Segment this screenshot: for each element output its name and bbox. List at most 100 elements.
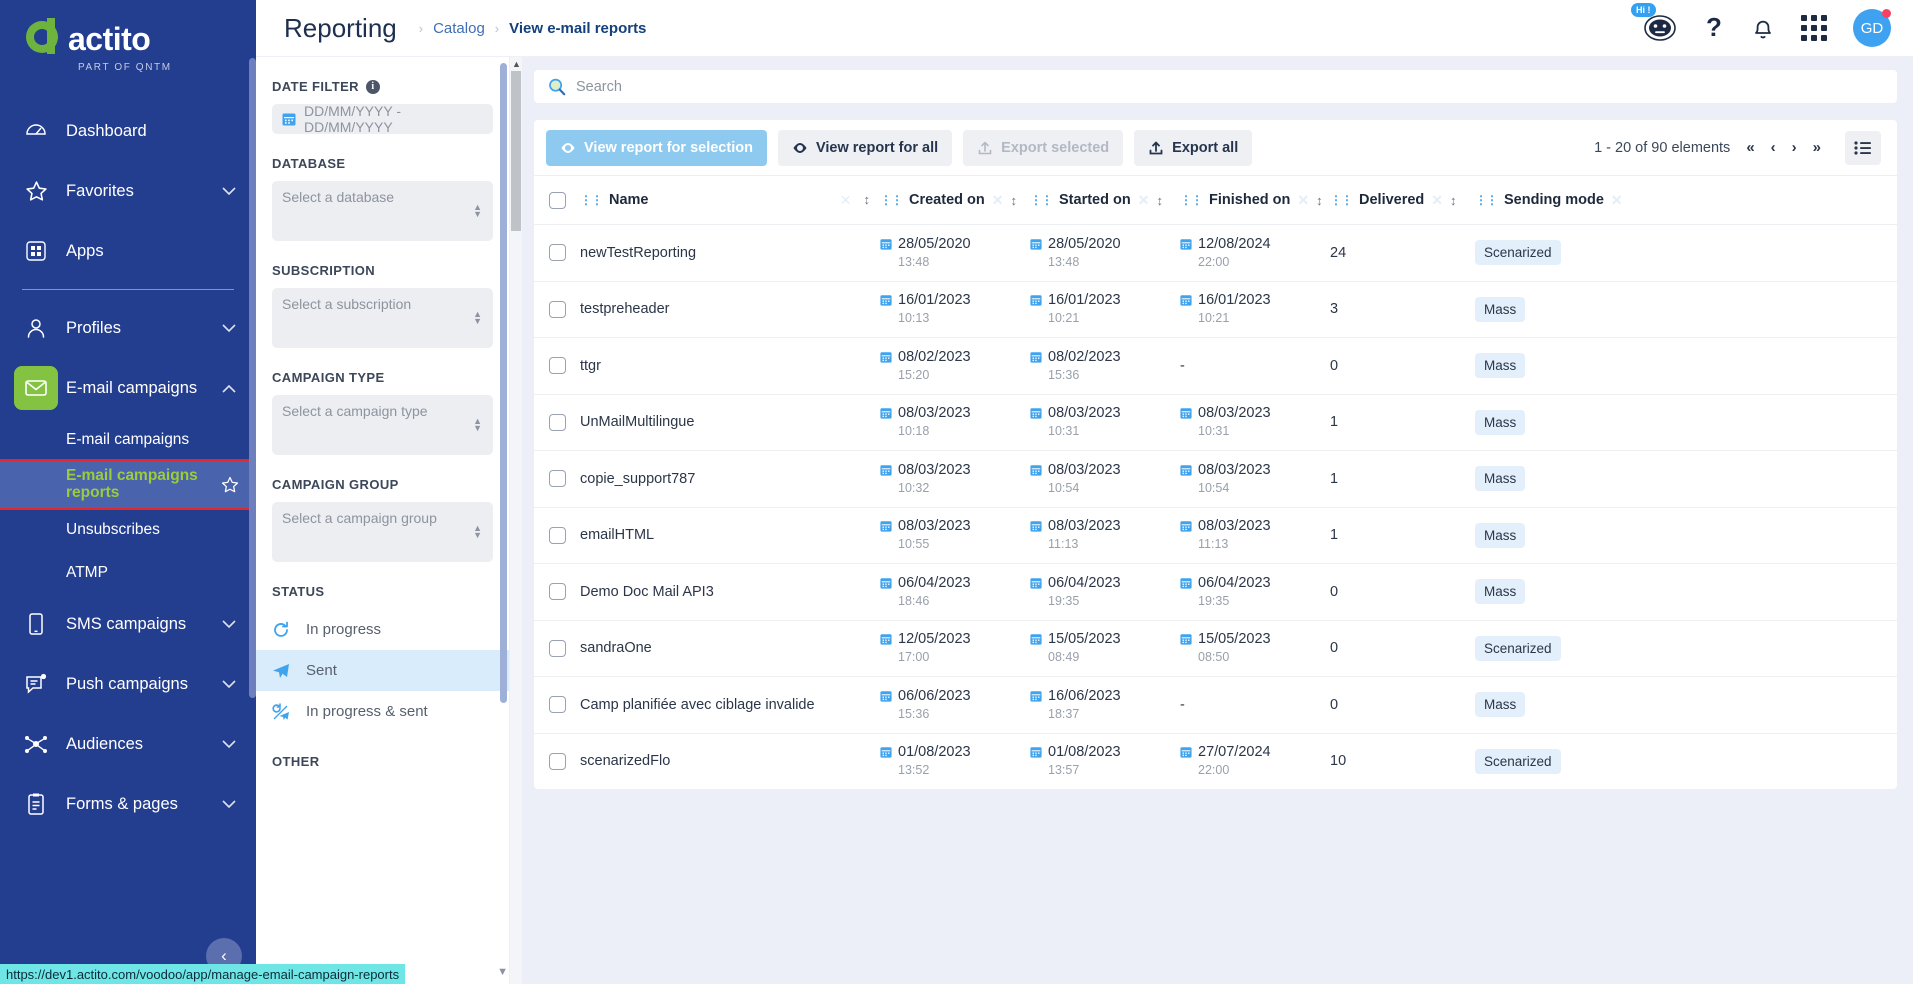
drag-handle-icon[interactable]: ⋮⋮ — [1180, 194, 1203, 206]
clear-sort-icon[interactable]: ✕ — [1431, 192, 1443, 209]
list-view-button[interactable] — [1845, 130, 1881, 165]
campaign-type-select[interactable]: Select a campaign type ▲ ▼ — [272, 395, 493, 455]
export-all-button[interactable]: Export all — [1134, 129, 1253, 166]
filter-status-label: STATUS — [272, 584, 325, 599]
table-row[interactable]: scenarizedFlo 01/08/2023 13:52 01/08/2023 13… — [534, 732, 1897, 790]
table-row[interactable]: copie_support787 08/03/2023 10:32 08/03/202… — [534, 450, 1897, 507]
drag-handle-icon[interactable]: ⋮⋮ — [1030, 194, 1053, 206]
filter-scroll-down-icon[interactable]: ▼ — [497, 966, 508, 978]
cell-sending-mode: Mass — [1475, 579, 1655, 605]
sort-icon[interactable]: ↕ — [864, 192, 871, 209]
row-checkbox[interactable] — [548, 583, 566, 601]
sidebar-item-email-campaigns[interactable]: E-mail campaigns — [0, 358, 256, 418]
table-row[interactable]: Camp planifiée avec ciblage invalide 06/0… — [534, 676, 1897, 733]
table-row[interactable]: sandraOne 12/05/2023 17:00 15/05/2023 08:49 1… — [534, 619, 1897, 677]
notifications-bell-icon[interactable] — [1751, 15, 1775, 41]
sidebar-item-push-campaigns[interactable]: Push campaigns — [0, 654, 256, 714]
campaign-group-select[interactable]: Select a campaign group ▲ ▼ — [272, 502, 493, 562]
cell-date: 08/03/2023 — [880, 404, 971, 422]
clear-sort-icon[interactable]: ✕ — [840, 192, 852, 209]
info-icon[interactable]: i — [365, 79, 380, 94]
column-header-delivered[interactable]: ⋮⋮ Delivered ✕ ↕ — [1330, 192, 1475, 209]
favorite-star-icon[interactable] — [220, 475, 240, 495]
main-content: ▲ Search View report for selection View … — [510, 57, 1913, 984]
sidebar-item-sms-campaigns[interactable]: SMS campaigns — [0, 594, 256, 654]
help-icon[interactable]: ? — [1703, 13, 1725, 43]
app-grid-icon[interactable] — [1801, 15, 1827, 41]
table-row[interactable]: testpreheader 16/01/2023 10:13 16/01/2023 10… — [534, 280, 1897, 338]
table-row[interactable]: Demo Doc Mail API3 06/04/2023 18:46 06/04/2… — [534, 563, 1897, 620]
column-header-created-on[interactable]: ⋮⋮ Created on ✕ ↕ — [880, 192, 1030, 209]
sidebar-subitem-email-campaigns[interactable]: E-mail campaigns — [0, 418, 256, 461]
assistant-bot-icon[interactable]: Hi ! — [1631, 3, 1677, 43]
drag-handle-icon[interactable]: ⋮⋮ — [880, 194, 903, 206]
row-checkbox[interactable] — [548, 639, 566, 657]
pagination-prev-button[interactable]: ‹ — [1771, 139, 1776, 156]
assistant-badge: Hi ! — [1631, 3, 1656, 17]
table-row[interactable]: ttgr 08/02/2023 15:20 08/02/2023 15:36-0 Mass — [534, 337, 1897, 394]
column-header-name[interactable]: ⋮⋮ Name ✕ ↕ — [580, 192, 880, 209]
table-row[interactable]: UnMailMultilingue 08/03/2023 10:18 08/03/20… — [534, 393, 1897, 451]
calendar-icon — [1180, 520, 1192, 532]
clear-sort-icon[interactable]: ✕ — [1297, 192, 1309, 209]
drag-handle-icon[interactable]: ⋮⋮ — [580, 194, 603, 206]
status-option-in-progress-and-sent[interactable]: In progress & sent — [256, 691, 509, 732]
table-row[interactable]: emailHTML 08/03/2023 10:55 08/03/2023 11:13 0… — [534, 506, 1897, 564]
sort-icon[interactable]: ↕ — [1316, 193, 1323, 208]
sidebar-item-audiences[interactable]: Audiences — [0, 714, 256, 774]
view-report-for-selection-button[interactable]: View report for selection — [546, 129, 767, 166]
sidebar-item-forms-pages[interactable]: Forms & pages — [0, 774, 256, 834]
sidebar-item-apps[interactable]: Apps — [0, 221, 256, 281]
scrollbar-thumb[interactable] — [511, 71, 521, 231]
row-checkbox[interactable] — [548, 244, 566, 262]
sidebar-subitem-atmp[interactable]: ATMP — [0, 551, 256, 594]
table-row[interactable]: newTestReporting 28/05/2020 13:48 28/05/202… — [534, 224, 1897, 281]
pagination-last-button[interactable]: » — [1813, 139, 1821, 156]
drag-handle-icon[interactable]: ⋮⋮ — [1330, 194, 1353, 206]
brand-logo[interactable]: actito PART OF QNTM — [0, 0, 256, 83]
main-scrollbar[interactable]: ▲ — [510, 57, 522, 984]
select-all-checkbox[interactable] — [548, 191, 566, 209]
row-checkbox[interactable] — [548, 357, 566, 375]
status-option-sent[interactable]: Sent — [256, 650, 509, 691]
view-report-for-all-button[interactable]: View report for all — [777, 129, 953, 166]
clear-sort-icon[interactable]: ✕ — [1611, 192, 1623, 209]
clear-sort-icon[interactable]: ✕ — [1138, 192, 1150, 209]
cell-delivered: 0 — [1330, 584, 1475, 600]
sidebar-item-favorites[interactable]: Favorites — [0, 161, 256, 221]
cell-delivered: 10 — [1330, 753, 1475, 769]
pagination-first-button[interactable]: « — [1746, 139, 1754, 156]
sidebar-subitem-email-campaigns-reports[interactable]: E-mail campaigns reports — [0, 459, 256, 510]
row-checkbox[interactable] — [548, 526, 566, 544]
sort-icon[interactable]: ↕ — [1156, 193, 1163, 208]
column-header-sending-mode[interactable]: ⋮⋮ Sending mode ✕ — [1475, 192, 1655, 209]
cell-value: 3 — [1330, 301, 1339, 318]
column-header-started-on[interactable]: ⋮⋮ Started on ✕ ↕ — [1030, 192, 1180, 209]
sidebar-item-profiles[interactable]: Profiles — [0, 298, 256, 358]
sort-icon[interactable]: ↕ — [1450, 193, 1457, 208]
pagination-next-button[interactable]: › — [1792, 139, 1797, 156]
cell-date: 08/03/2023 — [1180, 404, 1271, 422]
status-option-in-progress[interactable]: In progress — [256, 609, 509, 650]
scroll-up-icon[interactable]: ▲ — [512, 59, 521, 69]
actito-logo-icon — [22, 18, 62, 60]
row-checkbox[interactable] — [548, 413, 566, 431]
search-input[interactable]: Search — [534, 70, 1897, 103]
date-range-input[interactable]: DD/MM/YYYY - DD/MM/YYYY — [272, 103, 493, 135]
clear-sort-icon[interactable]: ✕ — [992, 192, 1004, 209]
drag-handle-icon[interactable]: ⋮⋮ — [1475, 194, 1498, 206]
breadcrumb-item-catalog[interactable]: Catalog — [433, 20, 485, 37]
subscription-select[interactable]: Select a subscription ▲ ▼ — [272, 288, 493, 348]
sort-icon[interactable]: ↕ — [1010, 193, 1017, 208]
avatar[interactable]: GD — [1853, 9, 1891, 47]
database-select[interactable]: Select a database ▲ ▼ — [272, 181, 493, 241]
row-checkbox[interactable] — [548, 300, 566, 318]
row-checkbox[interactable] — [548, 696, 566, 714]
sidebar-item-dashboard[interactable]: Dashboard — [0, 101, 256, 161]
breadcrumb-item-current[interactable]: View e-mail reports — [509, 20, 646, 37]
row-checkbox[interactable] — [548, 752, 566, 770]
column-header-finished-on[interactable]: ⋮⋮ Finished on ✕ ↕ — [1180, 192, 1330, 209]
sidebar-subitem-unsubscribes[interactable]: Unsubscribes — [0, 508, 256, 551]
row-checkbox[interactable] — [548, 470, 566, 488]
filter-panel-scrollbar[interactable] — [500, 63, 507, 703]
